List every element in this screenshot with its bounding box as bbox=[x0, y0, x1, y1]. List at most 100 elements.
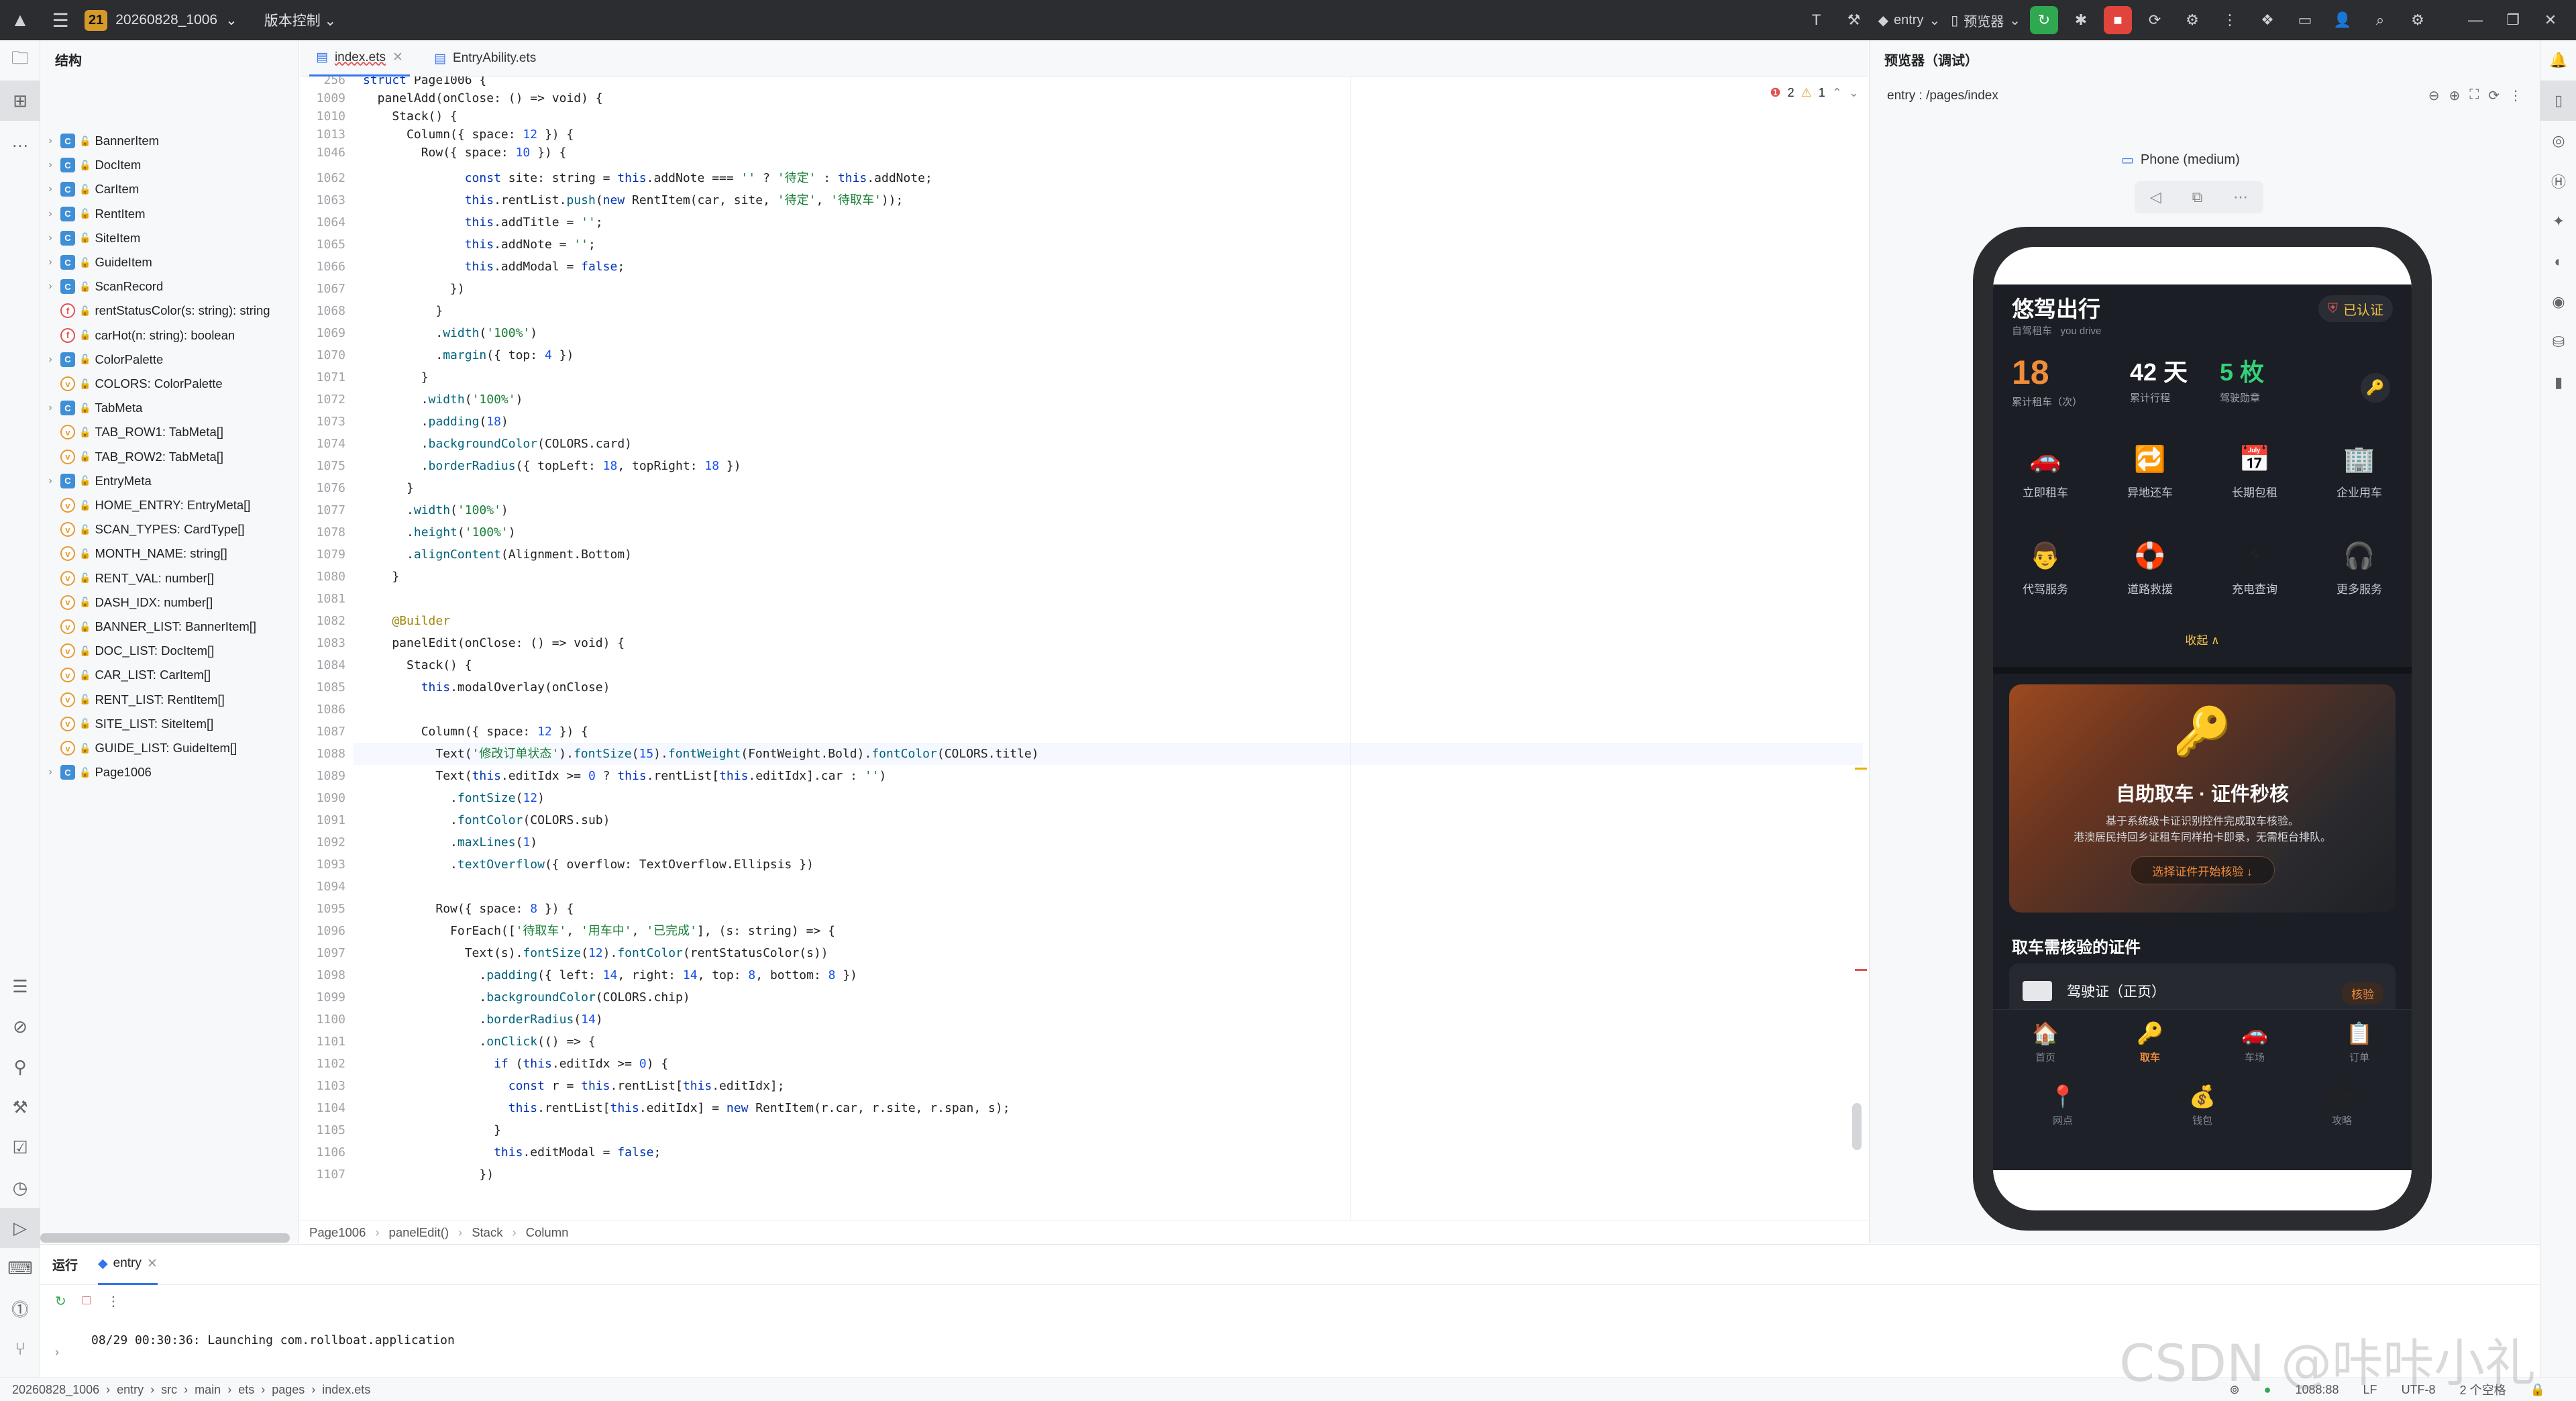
back-icon[interactable]: ◁ bbox=[2150, 189, 2161, 206]
main-menu-icon[interactable]: ☰ bbox=[40, 0, 80, 40]
tab-entryability-ets[interactable]: ▤ EntryAbility.ets bbox=[427, 40, 543, 76]
key-icon[interactable]: 🔑 bbox=[2361, 373, 2390, 403]
more-actions-icon[interactable]: ⋮ bbox=[2211, 0, 2249, 40]
nav-item[interactable]: 🔑 取车 bbox=[2103, 1021, 2197, 1074]
profiler-icon[interactable]: ⚙ bbox=[2174, 0, 2211, 40]
git-icon[interactable]: ⑂ bbox=[0, 1329, 40, 1369]
tree-item[interactable]: v 🔓 DASH_IDX: number[] bbox=[40, 590, 213, 615]
apply-changes-icon[interactable]: ⟳ bbox=[2136, 0, 2174, 40]
nav-item[interactable]: 🏠 首页 bbox=[1998, 1021, 2092, 1074]
expand-chevron-icon[interactable]: › bbox=[40, 208, 60, 220]
tree-item[interactable]: › C 🔓 ColorPalette bbox=[40, 348, 163, 372]
tree-item[interactable]: v 🔓 TAB_ROW1: TabMeta[] bbox=[40, 420, 223, 444]
structure-icon[interactable]: ⊞ bbox=[0, 81, 40, 121]
inspection-badge[interactable]: ❶2 ⚠ 1 ⌃ ⌄ bbox=[1770, 86, 1860, 100]
project-selector[interactable]: 21 20260828_1006 ⌄ bbox=[85, 9, 237, 31]
tree-item[interactable]: › C 🔓 ScanRecord bbox=[40, 274, 163, 299]
device-file-icon[interactable]: ◎ bbox=[2540, 121, 2576, 161]
tree-item[interactable]: › C 🔓 RentItem bbox=[40, 202, 146, 226]
tree-item[interactable]: v 🔓 SCAN_TYPES: CardType[] bbox=[40, 517, 245, 541]
todo-icon[interactable]: ☑ bbox=[0, 1127, 40, 1168]
status-path-item[interactable]: ets bbox=[238, 1383, 254, 1397]
breadcrumb-item[interactable]: panelEdit() bbox=[389, 1225, 449, 1240]
warning-marker[interactable] bbox=[1855, 768, 1867, 770]
stop-icon[interactable]: □ bbox=[83, 1293, 91, 1310]
code-linter-icon[interactable]: T bbox=[1798, 0, 1835, 40]
app-logo-icon[interactable]: ▲ bbox=[0, 0, 40, 40]
verified-badge[interactable]: ⛨ 已认证 bbox=[2318, 295, 2393, 322]
structure-scrollbar[interactable] bbox=[40, 1233, 290, 1243]
expand-chevron-icon[interactable]: › bbox=[40, 135, 60, 147]
tree-item[interactable]: › C 🔓 CarItem bbox=[40, 177, 139, 201]
rerun-icon[interactable]: ↻ bbox=[55, 1293, 66, 1310]
close-tab-icon[interactable]: ✕ bbox=[147, 1256, 158, 1272]
tree-item[interactable]: › C 🔓 DocItem bbox=[40, 153, 141, 177]
expand-chevron-icon[interactable]: › bbox=[40, 354, 60, 366]
breadcrumb-item[interactable]: Column bbox=[526, 1225, 569, 1240]
project-folder-icon[interactable]: 🗀 bbox=[0, 40, 40, 81]
tree-item[interactable]: v 🔓 MONTH_NAME: string[] bbox=[40, 541, 227, 566]
tree-item[interactable]: f 🔓 carHot(n: string): boolean bbox=[40, 323, 235, 348]
expand-chevron-icon[interactable]: › bbox=[40, 475, 60, 487]
status-path-item[interactable]: entry bbox=[117, 1383, 144, 1397]
eye-icon[interactable]: ◉ bbox=[2540, 282, 2576, 322]
refresh-icon[interactable]: ⟳ bbox=[2488, 87, 2500, 104]
database-icon[interactable]: ⛁ bbox=[2540, 322, 2576, 362]
copilot-icon[interactable]: ◐ bbox=[2540, 242, 2576, 282]
error-marker[interactable] bbox=[1855, 969, 1867, 971]
nav-item[interactable]: 📋 订单 bbox=[2312, 1021, 2406, 1074]
status-path-item[interactable]: pages bbox=[272, 1383, 305, 1397]
breadcrumb-item[interactable]: Page1006 bbox=[309, 1225, 366, 1240]
tab-index-ets[interactable]: ▤ index.ets ✕ bbox=[309, 40, 410, 76]
tree-item[interactable]: › C 🔓 SiteItem bbox=[40, 226, 140, 250]
nav-item[interactable]: 📍 网点 bbox=[2016, 1084, 2110, 1137]
start-verify-button[interactable]: 选择证件开始核验 ↓ bbox=[2130, 856, 2275, 884]
nav-item[interactable]: 💰 钱包 bbox=[2155, 1084, 2249, 1137]
terminal-icon[interactable]: ⌨ bbox=[0, 1248, 40, 1288]
hvigor-icon[interactable]: Ⓗ bbox=[2540, 161, 2576, 201]
tree-item[interactable]: v 🔓 RENT_VAL: number[] bbox=[40, 566, 214, 590]
expand-chevron-icon[interactable]: › bbox=[40, 183, 60, 195]
editor-scrollbar[interactable] bbox=[1852, 1103, 1862, 1150]
expand-chevron-icon[interactable]: › bbox=[40, 256, 60, 268]
tree-item[interactable]: › C 🔓 TabMeta bbox=[40, 396, 142, 420]
status-path-item[interactable]: 20260828_1006 bbox=[12, 1383, 99, 1397]
status-path-item[interactable]: index.ets bbox=[322, 1383, 370, 1397]
service-item[interactable]: 🚗 立即租车 bbox=[1998, 440, 2092, 521]
maximize-button[interactable]: ❐ bbox=[2494, 0, 2532, 40]
tree-item[interactable]: › C 🔓 BannerItem bbox=[40, 129, 159, 153]
tree-item[interactable]: v 🔓 RENT_LIST: RentItem[] bbox=[40, 688, 225, 712]
plugin-icon[interactable]: ❖ bbox=[2249, 0, 2286, 40]
device-icon[interactable]: ▮ bbox=[2540, 362, 2576, 403]
expand-chevron-icon[interactable]: › bbox=[40, 280, 60, 293]
minimize-button[interactable]: — bbox=[2457, 0, 2494, 40]
debug-icon[interactable]: ✱ bbox=[2062, 0, 2100, 40]
tree-item[interactable]: f 🔓 rentStatusColor(s: string): string bbox=[40, 299, 270, 323]
chevron-down-icon[interactable]: ⌄ bbox=[1849, 86, 1859, 100]
service-item[interactable]: 🔁 异地还车 bbox=[2103, 440, 2197, 521]
nav-item[interactable]: 🗺 攻略 bbox=[2295, 1084, 2389, 1137]
tree-item[interactable]: › C 🔓 GuideItem bbox=[40, 250, 152, 274]
previewer-icon[interactable]: ▯ bbox=[2540, 81, 2576, 121]
assistant-icon[interactable]: ✦ bbox=[2540, 201, 2576, 242]
search-icon[interactable]: ⌕ bbox=[2361, 0, 2399, 40]
more-dots-icon[interactable]: ⋯ bbox=[2233, 189, 2248, 206]
services-icon[interactable]: ⚲ bbox=[0, 1047, 40, 1087]
chevron-up-icon[interactable]: ⌃ bbox=[1832, 86, 1842, 100]
status-path-item[interactable]: main bbox=[195, 1383, 221, 1397]
close-tab-icon[interactable]: ✕ bbox=[392, 50, 403, 65]
rotate-icon[interactable]: ⧉ bbox=[2192, 189, 2203, 206]
run-tool-icon[interactable]: ▷ bbox=[0, 1208, 40, 1248]
run-tab-entry[interactable]: ◆ entry ✕ bbox=[98, 1245, 158, 1285]
close-button[interactable]: ✕ bbox=[2532, 0, 2569, 40]
service-item[interactable]: 👨 代驾服务 bbox=[1998, 537, 2092, 617]
nav-item[interactable]: 🚗 车场 bbox=[2208, 1021, 2302, 1074]
tree-item[interactable]: v 🔓 HOME_ENTRY: EntryMeta[] bbox=[40, 493, 250, 517]
verify-chip[interactable]: 核验 bbox=[2342, 982, 2383, 1004]
tree-item[interactable]: v 🔓 COLORS: ColorPalette bbox=[40, 372, 223, 396]
more-icon[interactable]: ⋮ bbox=[107, 1293, 120, 1310]
device-select[interactable]: ▯ 预览器 ⌄ bbox=[1945, 0, 2026, 40]
tree-item[interactable]: v 🔓 GUIDE_LIST: GuideItem[] bbox=[40, 736, 237, 760]
profiler-strip-icon[interactable]: ◷ bbox=[0, 1168, 40, 1208]
zoom-out-icon[interactable]: ⊖ bbox=[2428, 87, 2440, 104]
